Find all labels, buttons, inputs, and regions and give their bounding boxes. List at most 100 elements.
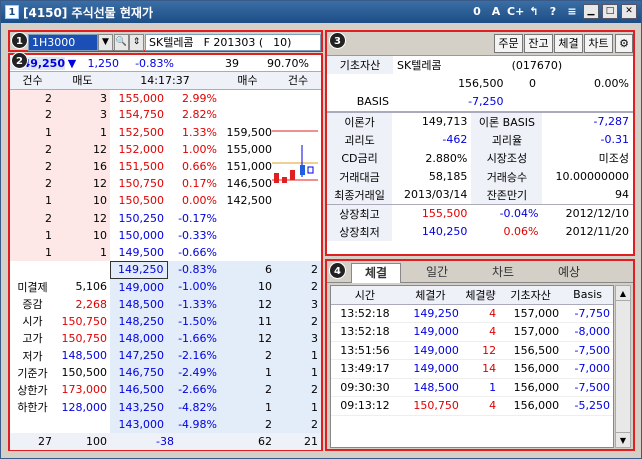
tab-daily[interactable]: 일간	[407, 263, 467, 283]
order-button[interactable]: 주문	[494, 34, 523, 53]
empty-cell	[275, 210, 321, 227]
bid-row[interactable]: 143,000 -4.98% 2 2	[10, 415, 321, 433]
ask-price: 150,250	[118, 211, 165, 225]
bid-price: 146,500	[110, 381, 167, 399]
ask-qty: 1	[55, 243, 110, 262]
ask-qty: 12	[55, 209, 110, 227]
bid-row[interactable]: 149,250 -0.83% 6 2	[10, 260, 321, 279]
candle	[307, 166, 314, 174]
code-input[interactable]: 1H3000	[28, 34, 98, 51]
candle	[290, 170, 295, 180]
trade-time: 13:51:56	[331, 341, 399, 360]
bid-row[interactable]: 시가 150,750 148,250 -1.50% 11 2	[10, 312, 321, 330]
chart-button[interactable]: 차트	[584, 34, 613, 53]
trade-basis: -5,250	[562, 396, 613, 416]
chart-price-label: 146,500	[226, 177, 273, 191]
help-icon[interactable]: ?	[545, 4, 561, 20]
info-row: 괴리도 -462 괴리율 -0.31	[327, 130, 633, 149]
limit-date: 2012/11/20	[565, 225, 629, 239]
toolbar: 주문 잔고 체결 차트 ⚙	[327, 32, 633, 56]
scroll-up-icon[interactable]: ▲	[616, 286, 630, 301]
underlying-name: SK텔레콤	[397, 59, 442, 73]
stat-label: 미결제	[17, 280, 48, 294]
bid-count: 3	[275, 329, 321, 347]
ask-pct: 0.00%	[182, 194, 217, 208]
bid-row[interactable]: 상한가 173,000 146,500 -2.66% 2 2	[10, 381, 321, 399]
trade-col-volume: 체결량	[461, 286, 500, 305]
contract-code: F 201303 (	[203, 36, 264, 49]
ask-row[interactable]: 2 3 155,000 2.99%	[10, 89, 321, 107]
info-label: 시장조성	[471, 148, 543, 168]
volume-pct: 90.70%	[267, 56, 309, 70]
search-icon[interactable]: 🔍	[114, 34, 129, 51]
trade-row[interactable]: 09:13:12 150,750 4 156,000 -5,250	[331, 396, 613, 416]
ask-count: 1	[10, 226, 55, 244]
ask-price: 151,500	[118, 160, 165, 174]
scroll-down-icon[interactable]: ▼	[616, 432, 630, 447]
panel-badge-2: 2	[11, 52, 28, 69]
col-header: 매수	[220, 72, 275, 90]
bid-count: 1	[275, 347, 321, 365]
empty-cell	[10, 416, 55, 433]
bid-row[interactable]: 저가 148,500 147,250 -2.16% 2 1	[10, 347, 321, 365]
bid-price: 146,750	[110, 364, 167, 382]
ask-row[interactable]: 1 10 150,000 -0.33%	[10, 226, 321, 244]
maximize-icon[interactable]: □	[602, 4, 618, 19]
info-row: 최종거래일 2013/03/14 잔존만기 94	[327, 185, 633, 205]
menu-icon[interactable]: ≡	[564, 4, 580, 20]
trade-row[interactable]: 13:49:17 149,000 14 156,000 -7,000	[331, 359, 613, 379]
bid-row[interactable]: 하한가 128,000 143,250 -4.82% 1 1	[10, 398, 321, 416]
bid-row[interactable]: 고가 150,750 148,000 -1.66% 12 3	[10, 329, 321, 347]
info-label: 괴리도	[327, 130, 393, 149]
scrollbar[interactable]: ▲ ▼	[615, 285, 631, 448]
ask-price: 152,000	[118, 142, 165, 156]
trade-row[interactable]: 13:51:56 149,000 12 156,500 -7,500	[331, 341, 613, 360]
trade-underlying: 156,000	[499, 359, 563, 379]
code-dropdown-button[interactable]: ▼	[98, 34, 113, 51]
font-icon[interactable]: A	[488, 4, 504, 20]
zero-icon[interactable]: 0	[469, 4, 485, 20]
trade-row[interactable]: 13:52:18 149,250 4 157,000 -7,750	[331, 304, 613, 323]
ask-count: 2	[10, 140, 55, 158]
info-value: 149,713	[421, 115, 468, 129]
info-label: 괴리율	[471, 130, 543, 149]
ask-count: 1	[10, 123, 55, 141]
info-value: 2.880%	[425, 151, 468, 165]
tab-trades[interactable]: 체결	[351, 263, 401, 283]
limit-price: 155,500	[421, 207, 468, 221]
spin-icon[interactable]: ⇕	[129, 34, 144, 51]
col-header-time: 14:17:37	[110, 72, 220, 90]
trade-row[interactable]: 09:30:30 148,500 1 156,000 -7,500	[331, 378, 613, 397]
ask-row[interactable]: 1 1 149,500 -0.66%	[10, 243, 321, 262]
empty-cell	[55, 416, 110, 433]
pin-icon[interactable]: ↰	[526, 4, 542, 20]
bid-row[interactable]: 미결제 5,106 149,000 -1.00% 10 2	[10, 278, 321, 296]
info-label: CD금리	[327, 148, 393, 168]
gear-icon[interactable]: ⚙	[615, 34, 633, 53]
info-value: -7,287	[593, 115, 629, 129]
ask-pct: 0.66%	[182, 160, 217, 174]
tab-chart[interactable]: 차트	[473, 263, 533, 283]
tab-expected[interactable]: 예상	[539, 263, 599, 283]
ask-row[interactable]: 2 12 150,250 -0.17%	[10, 209, 321, 227]
bid-price: 148,500	[110, 295, 167, 313]
title-bar: 1 [4150] 주식선물 현재가 0 A C+ ↰ ? ≡ ▁ □ ✕	[1, 1, 641, 23]
trade-col-time: 시간	[331, 286, 399, 305]
panel-badge-4: 4	[329, 262, 346, 279]
candle	[282, 177, 287, 183]
trade-time: 09:13:12	[331, 396, 399, 416]
trade-button[interactable]: 체결	[554, 34, 583, 53]
col-header: 매도	[55, 72, 110, 90]
bid-row[interactable]: 기준가 150,500 146,750 -2.49% 1 1	[10, 364, 321, 382]
link-icon[interactable]: C+	[507, 4, 524, 20]
minimize-icon[interactable]: ▁	[583, 4, 599, 19]
mini-candle-chart	[272, 130, 318, 183]
close-icon[interactable]: ✕	[621, 4, 637, 19]
stat-value: 150,500	[61, 366, 108, 380]
trade-row[interactable]: 13:52:18 149,000 4 157,000 -8,000	[331, 322, 613, 342]
trade-volume: 4	[461, 304, 500, 323]
bid-qty: 10	[220, 278, 275, 296]
balance-button[interactable]: 잔고	[524, 34, 553, 53]
panel-badge-3: 3	[329, 32, 346, 49]
bid-row[interactable]: 증감 2,268 148,500 -1.33% 12 3	[10, 295, 321, 313]
